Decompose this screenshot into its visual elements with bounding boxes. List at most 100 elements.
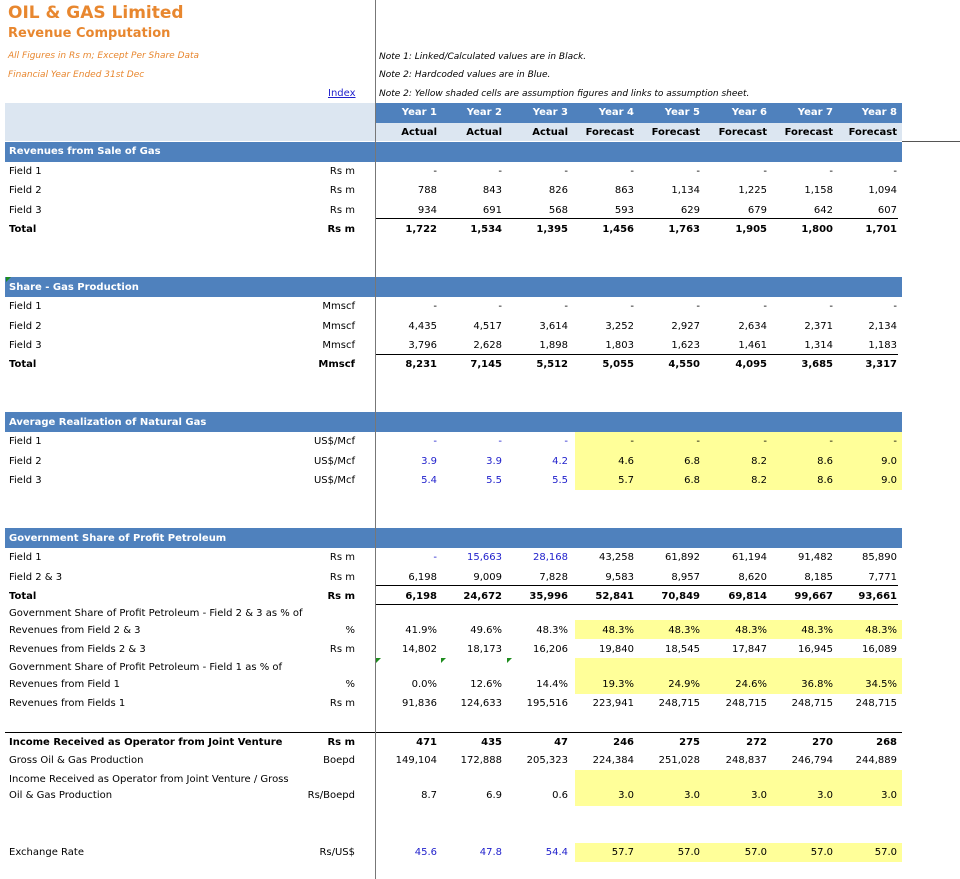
cell-value[interactable]: - bbox=[377, 432, 437, 451]
cell-value[interactable]: 1,314 bbox=[773, 336, 833, 355]
cell-value[interactable]: 268 bbox=[837, 733, 897, 752]
cell-value[interactable]: 3,614 bbox=[508, 317, 568, 336]
cell-value[interactable]: 246,794 bbox=[773, 751, 833, 770]
cell-value[interactable]: - bbox=[574, 162, 634, 181]
comment-indicator[interactable] bbox=[441, 658, 446, 663]
cell-value[interactable]: 54.4 bbox=[508, 843, 568, 862]
cell-value[interactable]: - bbox=[640, 162, 700, 181]
cell-value[interactable]: - bbox=[640, 297, 700, 316]
cell-value[interactable]: 149,104 bbox=[377, 751, 437, 770]
cell-value[interactable]: 4,435 bbox=[377, 317, 437, 336]
cell-value[interactable]: 863 bbox=[574, 181, 634, 200]
cell-value[interactable]: 15,663 bbox=[442, 548, 502, 567]
cell-value[interactable]: 2,628 bbox=[442, 336, 502, 355]
cell-value[interactable]: 85,890 bbox=[837, 548, 897, 567]
cell-value[interactable]: 19,840 bbox=[574, 640, 634, 659]
cell-value[interactable]: 6.8 bbox=[640, 471, 700, 490]
cell-value[interactable]: 248,715 bbox=[837, 694, 897, 713]
cell-value[interactable]: 8.6 bbox=[773, 471, 833, 490]
cell-value[interactable]: 48.3% bbox=[574, 621, 634, 640]
cell-value[interactable]: 47.8 bbox=[442, 843, 502, 862]
cell-value[interactable]: 1,395 bbox=[508, 220, 568, 239]
cell-value[interactable]: 248,715 bbox=[640, 694, 700, 713]
cell-value[interactable]: 57.0 bbox=[837, 843, 897, 862]
cell-value[interactable]: 61,194 bbox=[707, 548, 767, 567]
cell-value[interactable]: 251,028 bbox=[640, 751, 700, 770]
cell-value[interactable]: 1,456 bbox=[574, 220, 634, 239]
cell-value[interactable]: 18,173 bbox=[442, 640, 502, 659]
cell-value[interactable]: 195,516 bbox=[508, 694, 568, 713]
cell-value[interactable]: 3.9 bbox=[442, 452, 502, 471]
cell-value[interactable]: 24.9% bbox=[640, 675, 700, 694]
cell-value[interactable]: 57.0 bbox=[640, 843, 700, 862]
cell-value[interactable]: - bbox=[837, 432, 897, 451]
index-link[interactable]: Index bbox=[328, 89, 356, 99]
cell-value[interactable]: 19.3% bbox=[574, 675, 634, 694]
cell-value[interactable]: 471 bbox=[377, 733, 437, 752]
cell-value[interactable]: 2,134 bbox=[837, 317, 897, 336]
cell-value[interactable]: 8.2 bbox=[707, 452, 767, 471]
cell-value[interactable]: 5.5 bbox=[442, 471, 502, 490]
cell-value[interactable]: 5,055 bbox=[574, 355, 634, 374]
cell-value[interactable]: 4,550 bbox=[640, 355, 700, 374]
cell-value[interactable]: - bbox=[773, 432, 833, 451]
cell-value[interactable]: - bbox=[707, 432, 767, 451]
cell-value[interactable]: 6.9 bbox=[442, 786, 502, 805]
cell-value[interactable]: 3,317 bbox=[837, 355, 897, 374]
cell-value[interactable]: 7,145 bbox=[442, 355, 502, 374]
cell-value[interactable]: 3.9 bbox=[377, 452, 437, 471]
cell-value[interactable]: 1,623 bbox=[640, 336, 700, 355]
cell-value[interactable]: 3,685 bbox=[773, 355, 833, 374]
cell-value[interactable]: 223,941 bbox=[574, 694, 634, 713]
cell-value[interactable]: - bbox=[442, 297, 502, 316]
cell-value[interactable]: 3.0 bbox=[837, 786, 897, 805]
cell-value[interactable]: 435 bbox=[442, 733, 502, 752]
cell-value[interactable]: - bbox=[377, 162, 437, 181]
cell-value[interactable]: 8.6 bbox=[773, 452, 833, 471]
cell-value[interactable]: 16,945 bbox=[773, 640, 833, 659]
cell-value[interactable]: 248,715 bbox=[773, 694, 833, 713]
cell-value[interactable]: 205,323 bbox=[508, 751, 568, 770]
cell-value[interactable]: - bbox=[773, 297, 833, 316]
cell-value[interactable]: 14,802 bbox=[377, 640, 437, 659]
cell-value[interactable]: 3.0 bbox=[574, 786, 634, 805]
cell-value[interactable]: 16,089 bbox=[837, 640, 897, 659]
cell-value[interactable]: 5.7 bbox=[574, 471, 634, 490]
cell-value[interactable]: 4.6 bbox=[574, 452, 634, 471]
cell-value[interactable]: 0.6 bbox=[508, 786, 568, 805]
cell-value[interactable]: - bbox=[508, 297, 568, 316]
cell-value[interactable]: 48.3% bbox=[837, 621, 897, 640]
cell-value[interactable]: 6.8 bbox=[640, 452, 700, 471]
cell-value[interactable]: 826 bbox=[508, 181, 568, 200]
cell-value[interactable]: 843 bbox=[442, 181, 502, 200]
cell-value[interactable]: 24.6% bbox=[707, 675, 767, 694]
cell-value[interactable]: 1,800 bbox=[773, 220, 833, 239]
cell-value[interactable]: 49.6% bbox=[442, 621, 502, 640]
cell-value[interactable]: 788 bbox=[377, 181, 437, 200]
cell-value[interactable]: 1,183 bbox=[837, 336, 897, 355]
cell-value[interactable]: 275 bbox=[640, 733, 700, 752]
cell-value[interactable]: - bbox=[508, 162, 568, 181]
cell-value[interactable]: 224,384 bbox=[574, 751, 634, 770]
cell-value[interactable]: 14.4% bbox=[508, 675, 568, 694]
cell-value[interactable]: 12.6% bbox=[442, 675, 502, 694]
cell-value[interactable]: 48.3% bbox=[640, 621, 700, 640]
cell-value[interactable]: - bbox=[442, 162, 502, 181]
cell-value[interactable]: 48.3% bbox=[773, 621, 833, 640]
cell-value[interactable]: 270 bbox=[773, 733, 833, 752]
cell-value[interactable]: 8.2 bbox=[707, 471, 767, 490]
cell-value[interactable]: - bbox=[442, 432, 502, 451]
cell-value[interactable]: 41.9% bbox=[377, 621, 437, 640]
cell-value[interactable]: - bbox=[377, 548, 437, 567]
cell-value[interactable]: 248,715 bbox=[707, 694, 767, 713]
cell-value[interactable]: 1,763 bbox=[640, 220, 700, 239]
cell-value[interactable]: 5.4 bbox=[377, 471, 437, 490]
cell-value[interactable]: 248,837 bbox=[707, 751, 767, 770]
cell-value[interactable]: 3.0 bbox=[773, 786, 833, 805]
cell-value[interactable]: 61,892 bbox=[640, 548, 700, 567]
cell-value[interactable]: 1,898 bbox=[508, 336, 568, 355]
cell-value[interactable]: - bbox=[837, 297, 897, 316]
cell-value[interactable]: 4,517 bbox=[442, 317, 502, 336]
cell-value[interactable]: 36.8% bbox=[773, 675, 833, 694]
cell-value[interactable]: 124,633 bbox=[442, 694, 502, 713]
